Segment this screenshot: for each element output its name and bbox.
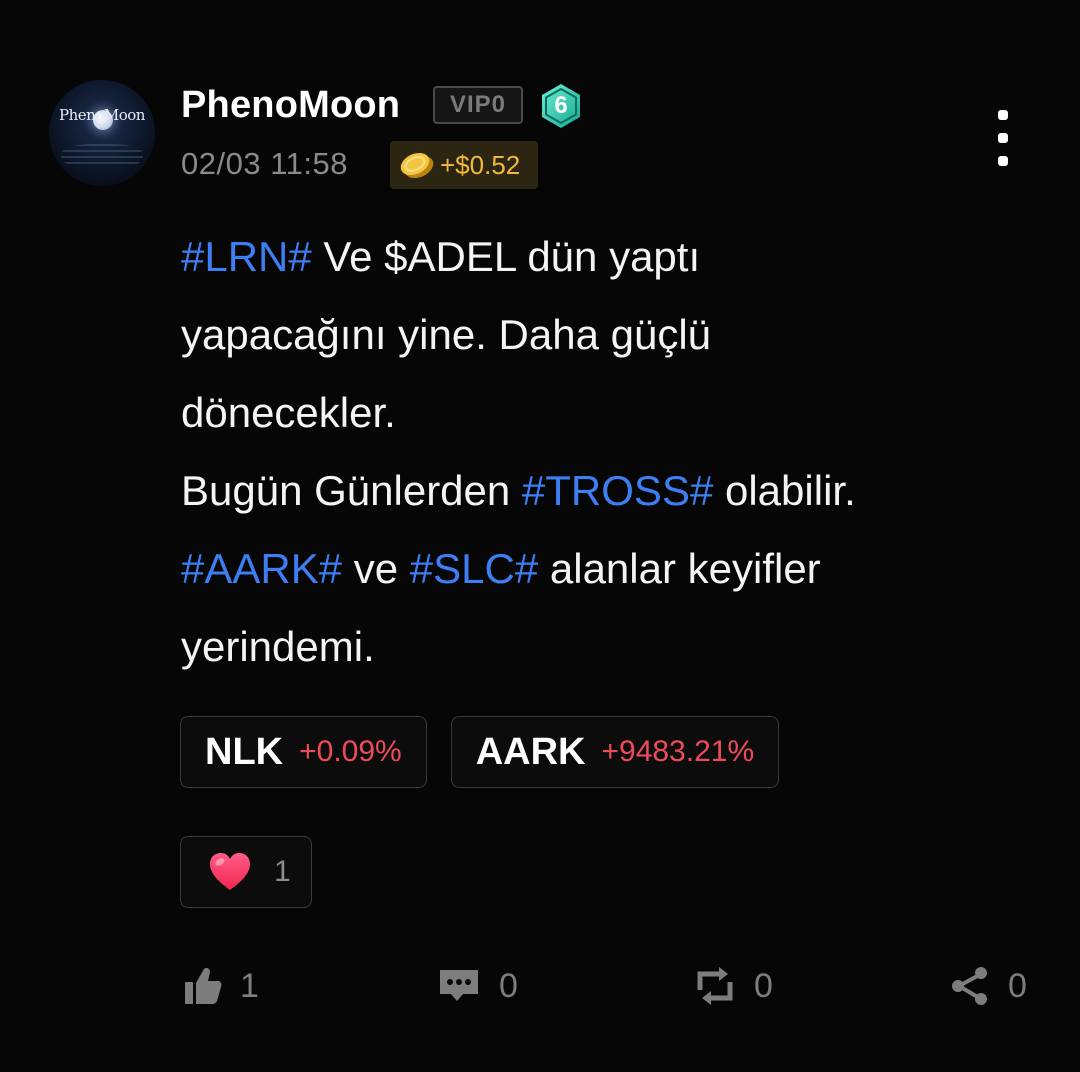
post-text-line: #AARK# ve #SLC# alanlar keyifler (181, 530, 1041, 608)
repost-count: 0 (754, 966, 773, 1005)
share-count: 0 (1008, 966, 1027, 1005)
post-text: dönecekler. (181, 389, 396, 436)
post-text-line: dönecekler. (181, 374, 1041, 452)
share-icon (952, 967, 987, 1005)
hashtag-link[interactable]: #SLC# (410, 545, 538, 592)
stock-chips: NLK +0.09% AARK +9483.21% (180, 716, 780, 788)
avatar-logo-text: PhenoMoon (59, 106, 145, 124)
hashtag-link[interactable]: #TROSS# (522, 467, 713, 514)
post-text: Ve $ADEL dün yaptı (311, 233, 701, 280)
thumbs-up-icon (185, 968, 222, 1004)
post-text-line: #LRN# Ve $ADEL dün yaptı (181, 218, 1041, 296)
post-body: #LRN# Ve $ADEL dün yaptı yapacağını yine.… (181, 218, 1041, 686)
post-text: alanlar keyifler (538, 545, 821, 592)
post-card: PhenoMoon PhenoMoon VIP0 6 02/03 11:58 +… (0, 0, 1080, 1072)
repost-icon (697, 967, 733, 1005)
stock-ticker: NLK (205, 730, 284, 773)
stock-chip[interactable]: NLK +0.09% (180, 716, 427, 788)
username[interactable]: PhenoMoon (181, 84, 400, 127)
heart-icon (210, 853, 250, 890)
stock-change: +9483.21% (601, 735, 755, 768)
stock-ticker: AARK (475, 730, 586, 773)
reward-amount: +$0.52 (440, 149, 521, 180)
more-options-button[interactable] (990, 110, 1016, 166)
comment-icon (440, 970, 478, 1001)
post-text: yapacağını yine. Daha güçlü (181, 311, 712, 358)
post-text: olabilir. (713, 467, 856, 514)
post-text: yerindemi. (181, 623, 375, 670)
more-dot (998, 156, 1008, 166)
reward-badge[interactable]: +$0.52 (390, 141, 538, 189)
coin-icon (400, 152, 434, 179)
post-text-line: yerindemi. (181, 608, 1041, 686)
share-button[interactable]: 0 (950, 960, 1027, 1012)
comment-button[interactable]: 0 (437, 960, 518, 1012)
like-button[interactable]: 1 (184, 960, 259, 1012)
hashtag-link[interactable]: #LRN# (181, 233, 312, 280)
comment-count: 0 (499, 966, 518, 1005)
repost-button[interactable]: 0 (694, 960, 773, 1012)
post-text-line: yapacağını yine. Daha güçlü (181, 296, 1041, 374)
stock-change: +0.09% (299, 735, 402, 768)
avatar[interactable]: PhenoMoon (49, 80, 155, 186)
heart-reaction-button[interactable]: 1 (180, 836, 312, 908)
more-dot (998, 133, 1008, 143)
vip-badge[interactable]: VIP0 (433, 86, 523, 124)
post-text: ve (342, 545, 410, 592)
level-badge[interactable]: 6 (539, 82, 583, 130)
post-text: Bugün Günlerden (181, 467, 522, 514)
avatar-waves (61, 144, 143, 168)
stock-chip[interactable]: AARK +9483.21% (450, 716, 780, 788)
post-timestamp: 02/03 11:58 (181, 146, 348, 181)
level-number: 6 (554, 92, 568, 119)
post-text-line: Bugün Günlerden #TROSS# olabilir. (181, 452, 1041, 530)
reaction-count: 1 (274, 855, 291, 888)
hashtag-link[interactable]: #AARK# (181, 545, 342, 592)
more-dot (998, 110, 1008, 120)
like-count: 1 (240, 966, 259, 1005)
